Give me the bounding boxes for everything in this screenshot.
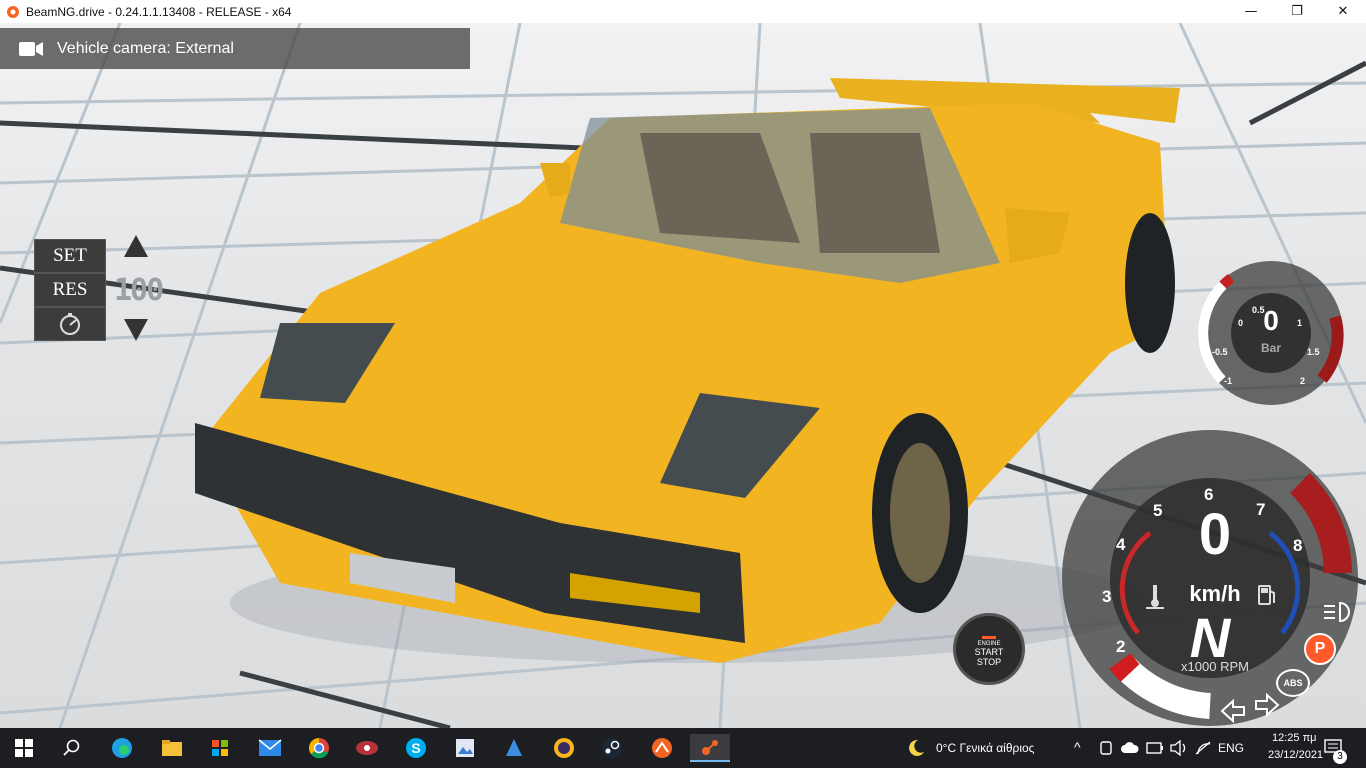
rpm-tick-7: 7 [1256, 500, 1266, 519]
app3-icon[interactable] [648, 734, 676, 762]
boost-gauge: -1 -0.5 0 0.5 1 1.5 2 0 Bar [1197, 259, 1345, 407]
speed-unit: km/h [1189, 581, 1241, 606]
device-icon[interactable] [1098, 740, 1114, 756]
right-turn-signal-icon [1255, 693, 1280, 717]
photos-icon[interactable] [451, 734, 479, 762]
speedometer-gauge: 1 2 3 4 5 6 7 8 0 km/h N x1000 RPM P ABS [1060, 423, 1360, 728]
car [195, 78, 1180, 663]
boost-value: 0 [1263, 305, 1279, 336]
battery-icon[interactable] [1146, 741, 1164, 755]
start-button[interactable] [10, 734, 38, 762]
cruise-increase-arrow-icon[interactable] [124, 235, 148, 257]
weather-text[interactable]: 0°C Γενικά αίθριος [936, 741, 1034, 755]
search-button[interactable] [58, 734, 86, 762]
language-indicator[interactable]: ENG [1218, 741, 1244, 755]
app2-icon[interactable] [500, 734, 528, 762]
file-explorer-icon[interactable] [158, 734, 186, 762]
speed-value: 0 [1198, 502, 1232, 567]
store-icon[interactable] [206, 734, 234, 762]
parking-brake-indicator: P [1304, 633, 1336, 665]
headlight-icon [1324, 601, 1350, 623]
camera-banner: Vehicle camera: External [0, 28, 470, 69]
rpm-tick-8: 8 [1293, 536, 1303, 555]
engine-button-label-2: START [974, 647, 1004, 657]
coolant-temperature-icon [1146, 585, 1164, 609]
fuel-icon [1258, 585, 1275, 605]
rpm-tick-1: 1 [1152, 679, 1162, 698]
video-camera-icon [19, 41, 43, 56]
window-titlebar: BeamNG.drive - 0.24.1.1.13408 - RELEASE … [0, 0, 1366, 23]
abs-indicator: ABS [1276, 669, 1310, 697]
rpm-label: x1000 RPM [1181, 659, 1249, 674]
clock-date[interactable]: 23/12/2021 [1268, 749, 1323, 761]
rpm-tick-4: 4 [1116, 535, 1126, 554]
camera-banner-text: Vehicle camera: External [57, 39, 234, 57]
engine-button-label-3: STOP [976, 657, 1002, 667]
engine-start-stop-button[interactable]: ENGINE START STOP [953, 613, 1025, 685]
cruise-speed-display: 100 [114, 273, 164, 308]
boost-tick-minus1: -1 [1224, 376, 1233, 386]
windows-taskbar: S 0°C Γενικά αίθριος ^ ENG 12:25 πμ 23/1… [0, 728, 1366, 768]
window-title: BeamNG.drive - 0.24.1.1.13408 - RELEASE … [26, 4, 292, 19]
cruise-set-button[interactable]: SET [34, 239, 106, 273]
mail-icon[interactable] [256, 734, 284, 762]
beamng-logo-icon [7, 5, 19, 18]
beamng-icon[interactable] [690, 734, 730, 762]
speedometer-icon [60, 313, 80, 335]
speedometer-dial [1062, 430, 1358, 726]
skype-icon[interactable]: S [402, 734, 430, 762]
close-button[interactable]: ✕ [1320, 0, 1366, 23]
rpm-tick-5: 5 [1153, 501, 1163, 520]
boost-tick-2: 2 [1300, 376, 1306, 386]
steam-icon[interactable] [598, 734, 626, 762]
cloud-icon[interactable] [1120, 741, 1140, 755]
clock-time[interactable]: 12:25 πμ [1272, 732, 1317, 744]
vpn-icon[interactable] [550, 734, 578, 762]
rpm-tick-3: 3 [1102, 587, 1112, 606]
search-icon [63, 739, 80, 756]
chrome-icon[interactable] [305, 734, 333, 762]
edge-icon[interactable] [108, 734, 136, 762]
windows-logo-icon [15, 739, 33, 757]
cruise-toggle-button[interactable] [34, 307, 106, 341]
svg-text:S: S [411, 740, 420, 756]
volume-icon[interactable] [1170, 740, 1188, 756]
network-icon[interactable] [1194, 740, 1212, 756]
maximize-button[interactable]: ❐ [1274, 0, 1320, 23]
notification-count-badge: 3 [1333, 750, 1347, 764]
rpm-tick-2: 2 [1116, 637, 1126, 656]
show-hidden-icons-chevron-icon[interactable]: ^ [1074, 739, 1081, 755]
left-turn-signal-icon [1220, 699, 1245, 723]
cruise-decrease-arrow-icon[interactable] [124, 319, 148, 341]
weather-moon-icon [909, 739, 924, 756]
engine-status-bar [982, 636, 996, 639]
app-icon[interactable] [353, 734, 381, 762]
game-viewport[interactable]: Vehicle camera: External SET RES 100 -1 … [0, 23, 1366, 728]
cruise-control-panel: SET RES 100 [34, 233, 204, 343]
cruise-res-button[interactable]: RES [34, 273, 106, 307]
boost-unit: Bar [1260, 341, 1281, 355]
minimize-button[interactable]: — [1228, 0, 1274, 23]
